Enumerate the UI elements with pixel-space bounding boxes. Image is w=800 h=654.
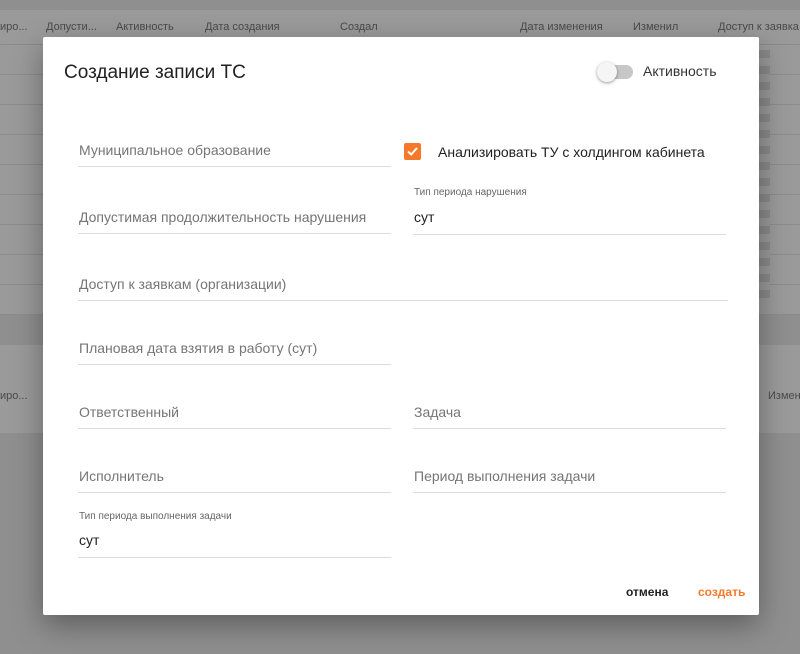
bg-column-header: Измен — [768, 390, 800, 402]
violation-duration-field[interactable]: Допустимая продолжительность нарушения — [78, 197, 391, 234]
violation-duration-placeholder: Допустимая продолжительность нарушения — [79, 209, 367, 225]
access-orgs-placeholder: Доступ к заявкам (организации) — [79, 276, 287, 292]
access-orgs-field[interactable]: Доступ к заявкам (организации) — [78, 264, 728, 301]
active-toggle-label: Активность — [643, 63, 717, 79]
bg-column-header: иро... — [0, 390, 28, 402]
bg-column-header: Изменил — [633, 21, 679, 33]
violation-period-type-select[interactable]: Тип периода нарушения сут — [413, 187, 726, 235]
planned-date-field[interactable]: Плановая дата взятия в работу (сут) — [78, 328, 391, 365]
task-placeholder: Задача — [414, 404, 461, 420]
task-field[interactable]: Задача — [413, 392, 726, 429]
task-period-placeholder: Период выполнения задачи — [414, 468, 596, 484]
responsible-placeholder: Ответственный — [79, 404, 179, 420]
responsible-field[interactable]: Ответственный — [78, 392, 391, 429]
municipality-placeholder: Муниципальное образование — [79, 142, 271, 158]
task-period-type-label: Тип периода выполнения задачи — [79, 511, 232, 522]
analyze-checkbox[interactable] — [404, 143, 421, 160]
planned-date-placeholder: Плановая дата взятия в работу (сут) — [79, 340, 318, 356]
executor-placeholder: Исполнитель — [79, 468, 164, 484]
bg-column-header: Дата создания — [205, 21, 280, 33]
bg-column-header: Доступ к заявка — [718, 21, 799, 33]
bg-column-header: Допусти... — [46, 21, 97, 33]
active-toggle[interactable] — [597, 62, 633, 82]
task-period-type-value: сут — [79, 532, 100, 548]
bg-column-header: Создал — [340, 21, 378, 33]
checkmark-icon — [407, 147, 418, 156]
toggle-knob — [597, 62, 617, 82]
analyze-checkbox-label: Анализировать ТУ с холдингом кабинета — [438, 144, 705, 160]
executor-field[interactable]: Исполнитель — [78, 456, 391, 493]
create-record-dialog: Создание записи ТС Активность Муниципаль… — [43, 37, 759, 615]
dialog-title: Создание записи ТС — [64, 62, 246, 83]
task-period-field[interactable]: Период выполнения задачи — [413, 456, 726, 493]
bg-column-header: Активность — [116, 21, 174, 33]
create-button[interactable]: создать — [698, 585, 745, 599]
cancel-button[interactable]: отмена — [626, 585, 668, 599]
bg-column-header: Дата изменения — [520, 21, 603, 33]
violation-period-type-value: сут — [414, 209, 435, 225]
task-period-type-select[interactable]: Тип периода выполнения задачи сут — [78, 511, 391, 558]
municipality-field[interactable]: Муниципальное образование — [78, 132, 391, 167]
bg-column-header: иро... — [0, 21, 28, 33]
violation-period-type-label: Тип периода нарушения — [414, 187, 527, 198]
